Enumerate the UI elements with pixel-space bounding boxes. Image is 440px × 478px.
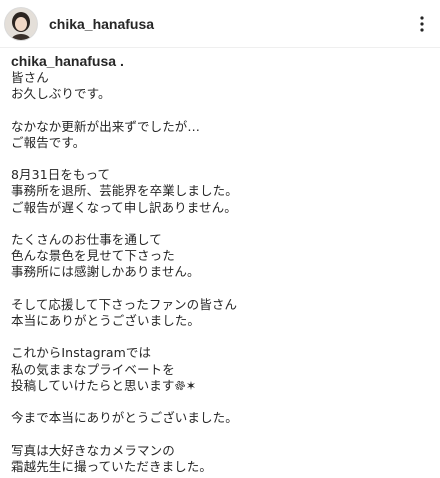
more-options-icon[interactable] [412,14,432,34]
post-author-username[interactable]: chika_hanafusa [49,15,154,33]
post-header: chika_hanafusa [0,0,440,48]
profile-avatar[interactable] [5,8,37,40]
caption-text: 皆さん お久しぶりです。 なかなか更新が出来ずでしたが… ご報告です。 8月31… [11,70,238,474]
post-caption: chika_hanafusa . 皆さん お久しぶりです。 なかなか更新が出来ず… [11,53,431,475]
caption-username[interactable]: chika_hanafusa . [11,53,431,70]
avatar-photo-icon [5,8,37,40]
